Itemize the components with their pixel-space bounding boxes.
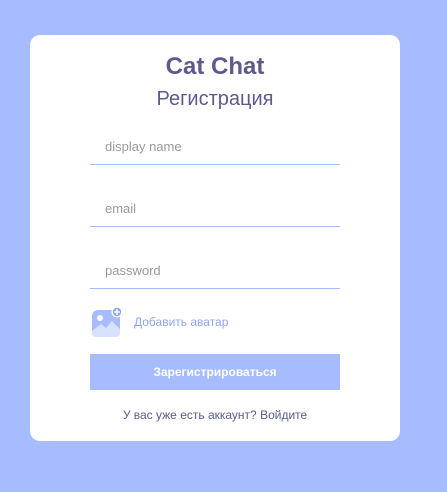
register-button[interactable]: Зарегистрироваться bbox=[90, 354, 340, 390]
add-image-icon bbox=[92, 306, 123, 337]
login-link[interactable]: Войдите bbox=[260, 408, 307, 422]
page-subtitle: Регистрация bbox=[156, 88, 274, 110]
email-input[interactable] bbox=[90, 191, 340, 227]
add-avatar-button[interactable]: Добавить аватар bbox=[91, 306, 228, 338]
add-avatar-label: Добавить аватар bbox=[134, 315, 229, 329]
password-input[interactable] bbox=[90, 253, 340, 289]
display-name-input[interactable] bbox=[90, 129, 340, 165]
app-title: Cat Chat bbox=[165, 53, 265, 80]
registration-card: Cat Chat Регистрация Добавить аватар Зар… bbox=[30, 35, 400, 441]
login-prompt-text: У вас уже есть аккаунт? bbox=[122, 408, 257, 422]
login-prompt: У вас уже есть аккаунт? Войдите bbox=[30, 408, 400, 422]
